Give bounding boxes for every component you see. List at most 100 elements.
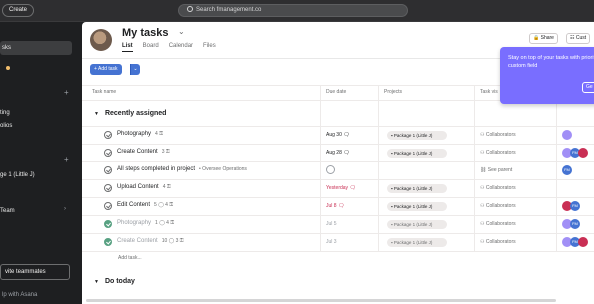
task-name[interactable]: Create Content 3 ⚿ — [117, 149, 170, 155]
help-link[interactable]: lp with Asana — [2, 292, 37, 298]
add-project-icon[interactable]: + — [64, 155, 69, 164]
chevron-down-icon: ▼ — [94, 111, 99, 117]
collaborators[interactable]: ⚇ Collaborators — [480, 132, 516, 138]
column-header-visibility[interactable]: Task vis — [480, 89, 498, 95]
add-task-dropdown[interactable]: ⌄ — [130, 64, 140, 75]
horizontal-scrollbar[interactable] — [86, 299, 556, 302]
table-row[interactable]: Upload Content 4 ⚿ Yesterday 🗨 ▪ Package … — [82, 180, 594, 197]
project-pill[interactable]: ▪ Package 1 (Little J) — [387, 131, 447, 140]
table-row[interactable]: Create Content 10 ◯ 3 ⚿ Jul 3 ▪ Package 1… — [82, 234, 594, 251]
table-row[interactable]: Create Content 3 ⚿ Aug 28 🗨 ▪ Package 1 (… — [82, 145, 594, 162]
project-pill[interactable]: ▪ Package 1 (Little J) — [387, 149, 447, 158]
avatar[interactable]: FM — [570, 219, 580, 229]
project-label: Package 1 (Little J) — [393, 222, 433, 227]
subtask-count: 1 ◯ 4 ⚿ — [155, 220, 175, 226]
collaborators[interactable]: ⚇ Collaborators — [480, 185, 516, 191]
popup-text: Stay on top of your tasks with priority … — [508, 55, 594, 69]
avatar[interactable] — [578, 148, 588, 158]
notification-dot — [6, 66, 10, 70]
add-task-link[interactable]: Add task... — [118, 255, 142, 261]
tab-board[interactable]: Board — [143, 43, 159, 52]
customize-label: Cust — [575, 35, 587, 41]
check-circle-icon[interactable] — [104, 220, 112, 228]
search-placeholder: Search fmanagement.co — [196, 7, 262, 13]
collaborators[interactable]: ⚇ Collaborators — [480, 150, 516, 156]
due-date[interactable]: Aug 30 🗨 — [326, 132, 350, 138]
collaborators[interactable]: ⛓ See parent — [480, 167, 512, 173]
top-bar: Create Search fmanagement.co — [0, 0, 594, 22]
share-button[interactable]: 🔒 Share — [529, 33, 558, 44]
task-name[interactable]: Upload Content 4 ⚿ — [117, 184, 171, 190]
table-row[interactable]: Edit Content 5 ◯ 4 ⚿ Jul 8 🗨 ▪ Package 1 … — [82, 198, 594, 215]
column-header-projects[interactable]: Projects — [384, 89, 402, 95]
check-circle-icon[interactable] — [104, 238, 112, 246]
column-header-due-date[interactable]: Due date — [326, 89, 346, 95]
sidebar-item-project[interactable]: ge 1 (Little J) — [0, 172, 35, 178]
see-parent-label: See parent — [487, 167, 513, 173]
table-row[interactable]: Photography 1 ◯ 4 ⚿ Jul 5 ▪ Package 1 (Li… — [82, 216, 594, 233]
view-tabs: List Board Calendar Files — [122, 43, 216, 52]
project-pill[interactable]: ▪ Package 1 (Little J) — [387, 238, 447, 247]
subtask-count: 3 ⚿ — [161, 149, 170, 155]
project-pill[interactable]: ▪ Package 1 (Little J) — [387, 220, 447, 229]
collaborators-label: Collaborators — [485, 221, 516, 227]
due-date[interactable]: Jul 8 🗨 — [326, 203, 344, 209]
sidebar-item-team[interactable]: Team — [0, 208, 15, 214]
task-name[interactable]: Photography 4 ⚿ — [117, 131, 163, 137]
collaborators[interactable]: ⚇ Collaborators — [480, 221, 516, 227]
tab-calendar[interactable]: Calendar — [169, 43, 193, 52]
column-header-task-name[interactable]: Task name — [92, 89, 116, 95]
create-button[interactable]: Create — [2, 4, 35, 17]
avatar[interactable] — [562, 130, 572, 140]
table-row[interactable]: Photography 4 ⚿ Aug 30 🗨 ▪ Package 1 (Lit… — [82, 127, 594, 144]
project-pill[interactable]: ▪ Package 1 (Little J) — [387, 184, 447, 193]
task-name[interactable]: Create Content 10 ◯ 3 ⚿ — [117, 238, 184, 244]
avatar[interactable]: FM — [570, 201, 580, 211]
chevron-right-icon[interactable]: › — [64, 206, 66, 212]
add-task-button[interactable]: + Add task — [90, 64, 122, 75]
due-date[interactable]: Aug 28 🗨 — [326, 150, 350, 156]
invite-teammates-button[interactable]: vite teammates — [0, 264, 70, 280]
subtask-count: 4 ⚿ — [155, 131, 164, 137]
tab-files[interactable]: Files — [203, 43, 216, 52]
sidebar-item-portfolios[interactable]: olios — [0, 123, 12, 129]
avatar[interactable] — [90, 29, 112, 51]
collaborators-label: Collaborators — [485, 132, 516, 138]
due-date-text: Aug 30 — [326, 132, 342, 138]
tooltip-popup: Stay on top of your tasks with priority … — [500, 47, 594, 104]
sidebar-item-my-tasks[interactable]: sks — [2, 45, 11, 51]
add-icon[interactable]: + — [64, 88, 69, 97]
sidebar-item-reporting[interactable]: ting — [0, 110, 10, 116]
check-circle-icon[interactable] — [104, 149, 112, 157]
avatar[interactable] — [578, 237, 588, 247]
task-name[interactable]: All steps completed in project • Oversee … — [117, 166, 247, 172]
section-title: Recently assigned — [104, 110, 167, 117]
section-do-today[interactable]: ▼ Do today — [94, 278, 135, 285]
table-row[interactable]: All steps completed in project • Oversee … — [82, 162, 594, 179]
section-recently-assigned[interactable]: ▼ Recently assigned — [94, 110, 166, 117]
calendar-icon[interactable] — [326, 165, 335, 174]
search-input[interactable]: Search fmanagement.co — [178, 4, 408, 17]
parent-task-label: • Oversee Operations — [199, 166, 247, 172]
tab-list[interactable]: List — [122, 43, 133, 52]
check-circle-icon[interactable] — [104, 131, 112, 139]
popup-get-started-button[interactable]: Ge — [582, 82, 594, 93]
check-circle-icon[interactable] — [104, 166, 112, 174]
comment-icon: 🗨 — [349, 185, 356, 191]
customize-button[interactable]: ☷ Cust — [566, 33, 591, 44]
task-name-text: Photography — [117, 220, 152, 226]
task-name[interactable]: Edit Content 5 ◯ 4 ⚿ — [117, 202, 173, 208]
collaborators[interactable]: ⚇ Collaborators — [480, 239, 516, 245]
chevron-down-icon[interactable]: ⌄ — [178, 27, 185, 36]
due-date[interactable]: Jul 3 — [326, 239, 337, 245]
due-date[interactable]: Jul 5 — [326, 221, 337, 227]
due-date[interactable]: Yesterday 🗨 — [326, 185, 356, 191]
avatar[interactable]: FM — [562, 165, 572, 175]
project-pill[interactable]: ▪ Package 1 (Little J) — [387, 202, 447, 211]
collaborators[interactable]: ⚇ Collaborators — [480, 203, 516, 209]
task-name-text: Create Content — [117, 149, 158, 155]
check-circle-icon[interactable] — [104, 202, 112, 210]
check-circle-icon[interactable] — [104, 184, 112, 192]
task-name[interactable]: Photography 1 ◯ 4 ⚿ — [117, 220, 174, 226]
collaborators-label: Collaborators — [485, 239, 516, 245]
